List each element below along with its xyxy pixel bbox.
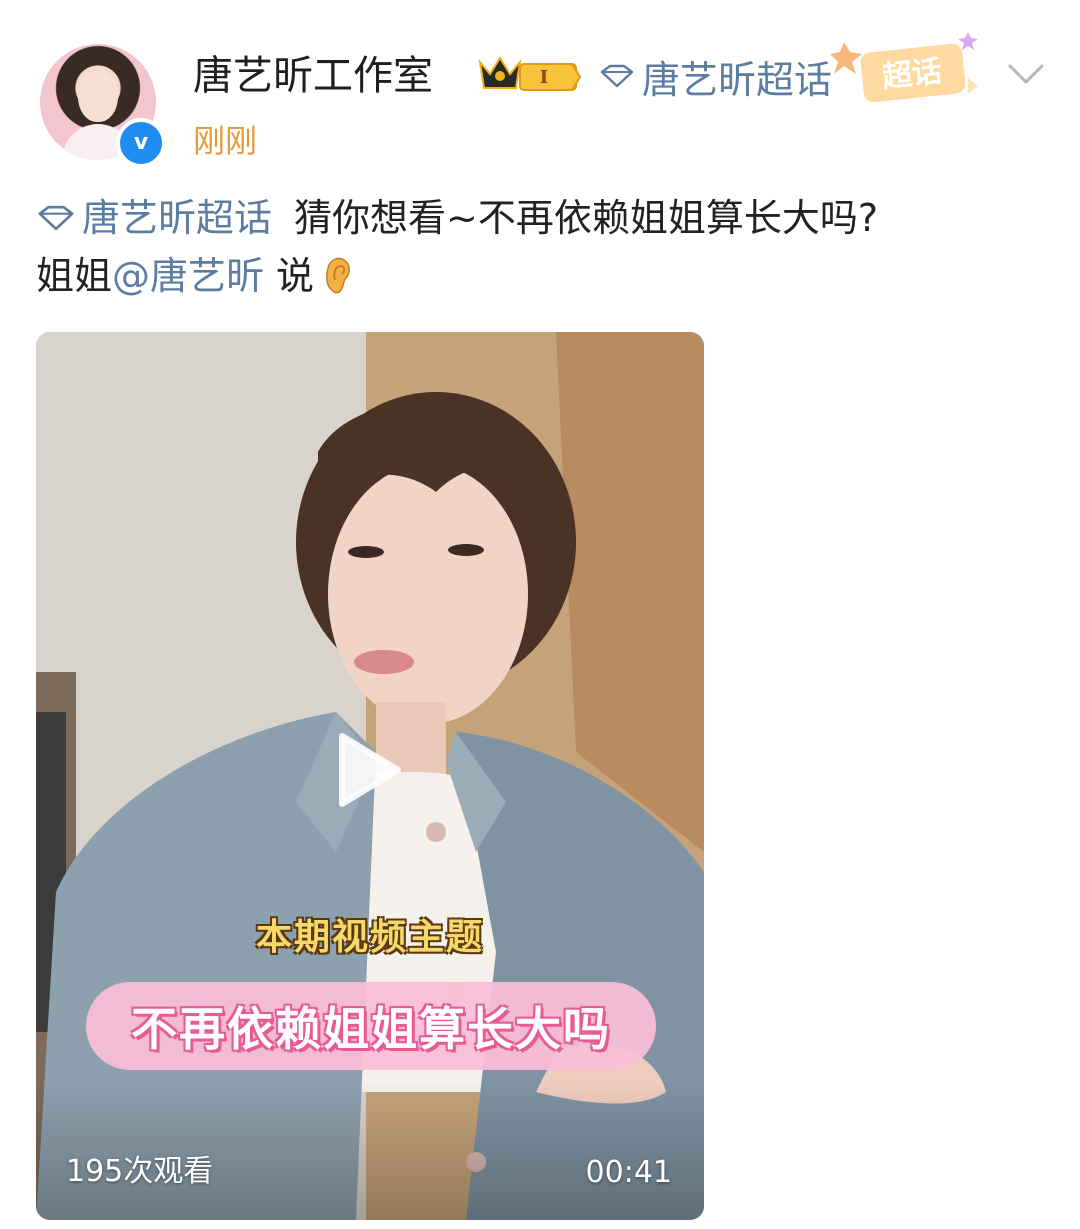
chaohua-tag-icon[interactable]: 超话 xyxy=(828,26,996,112)
diamond-icon xyxy=(600,64,634,88)
ear-emoji-icon xyxy=(326,257,350,294)
video-caption-banner: 不再依赖姐姐算长大吗 xyxy=(86,982,656,1070)
username[interactable]: 唐艺昕工作室 xyxy=(193,46,433,106)
post-line-1-text: 猜你想看~不再依赖姐姐算长大吗? xyxy=(294,196,879,240)
topic-link[interactable]: 唐艺昕超话 xyxy=(600,46,832,106)
timestamp: 刚刚 xyxy=(193,122,258,160)
post-line-2-prefix: 姐姐 xyxy=(36,254,113,298)
member-crown-badge-icon[interactable]: I xyxy=(476,52,584,96)
video-player[interactable]: 本期视频主题 不再依赖姐姐算长大吗 195次观看 00:41 xyxy=(36,332,704,1220)
post-topic-label: 唐艺昕超话 xyxy=(82,196,273,240)
diamond-icon xyxy=(38,205,74,231)
post-topic-link[interactable]: 唐艺昕超话 xyxy=(36,190,272,246)
svg-text:超话: 超话 xyxy=(880,54,943,95)
topic-link-label: 唐艺昕超话 xyxy=(642,57,833,102)
post-line-2-suffix: 说 xyxy=(276,254,315,298)
post-text: 唐艺昕超话 猜你想看~不再依赖姐姐算长大吗? 姐姐 @唐艺昕 说 xyxy=(36,190,1046,306)
avatar-face xyxy=(78,70,118,122)
video-duration: 00:41 xyxy=(585,1155,672,1190)
post-line-2: 姐姐 @唐艺昕 说 xyxy=(36,248,1046,304)
play-icon[interactable] xyxy=(332,730,404,810)
svg-text:I: I xyxy=(540,67,548,88)
mention-link[interactable]: @唐艺昕 xyxy=(112,248,264,304)
chevron-down-icon[interactable] xyxy=(1004,56,1048,92)
verified-badge-icon: v xyxy=(116,118,166,168)
post-line-1: 唐艺昕超话 猜你想看~不再依赖姐姐算长大吗? xyxy=(36,190,1046,246)
video-caption-title: 本期视频主题 xyxy=(255,917,484,958)
video-caption-main: 不再依赖姐姐算长大吗 xyxy=(131,1002,611,1056)
view-count: 195次观看 xyxy=(66,1154,214,1189)
